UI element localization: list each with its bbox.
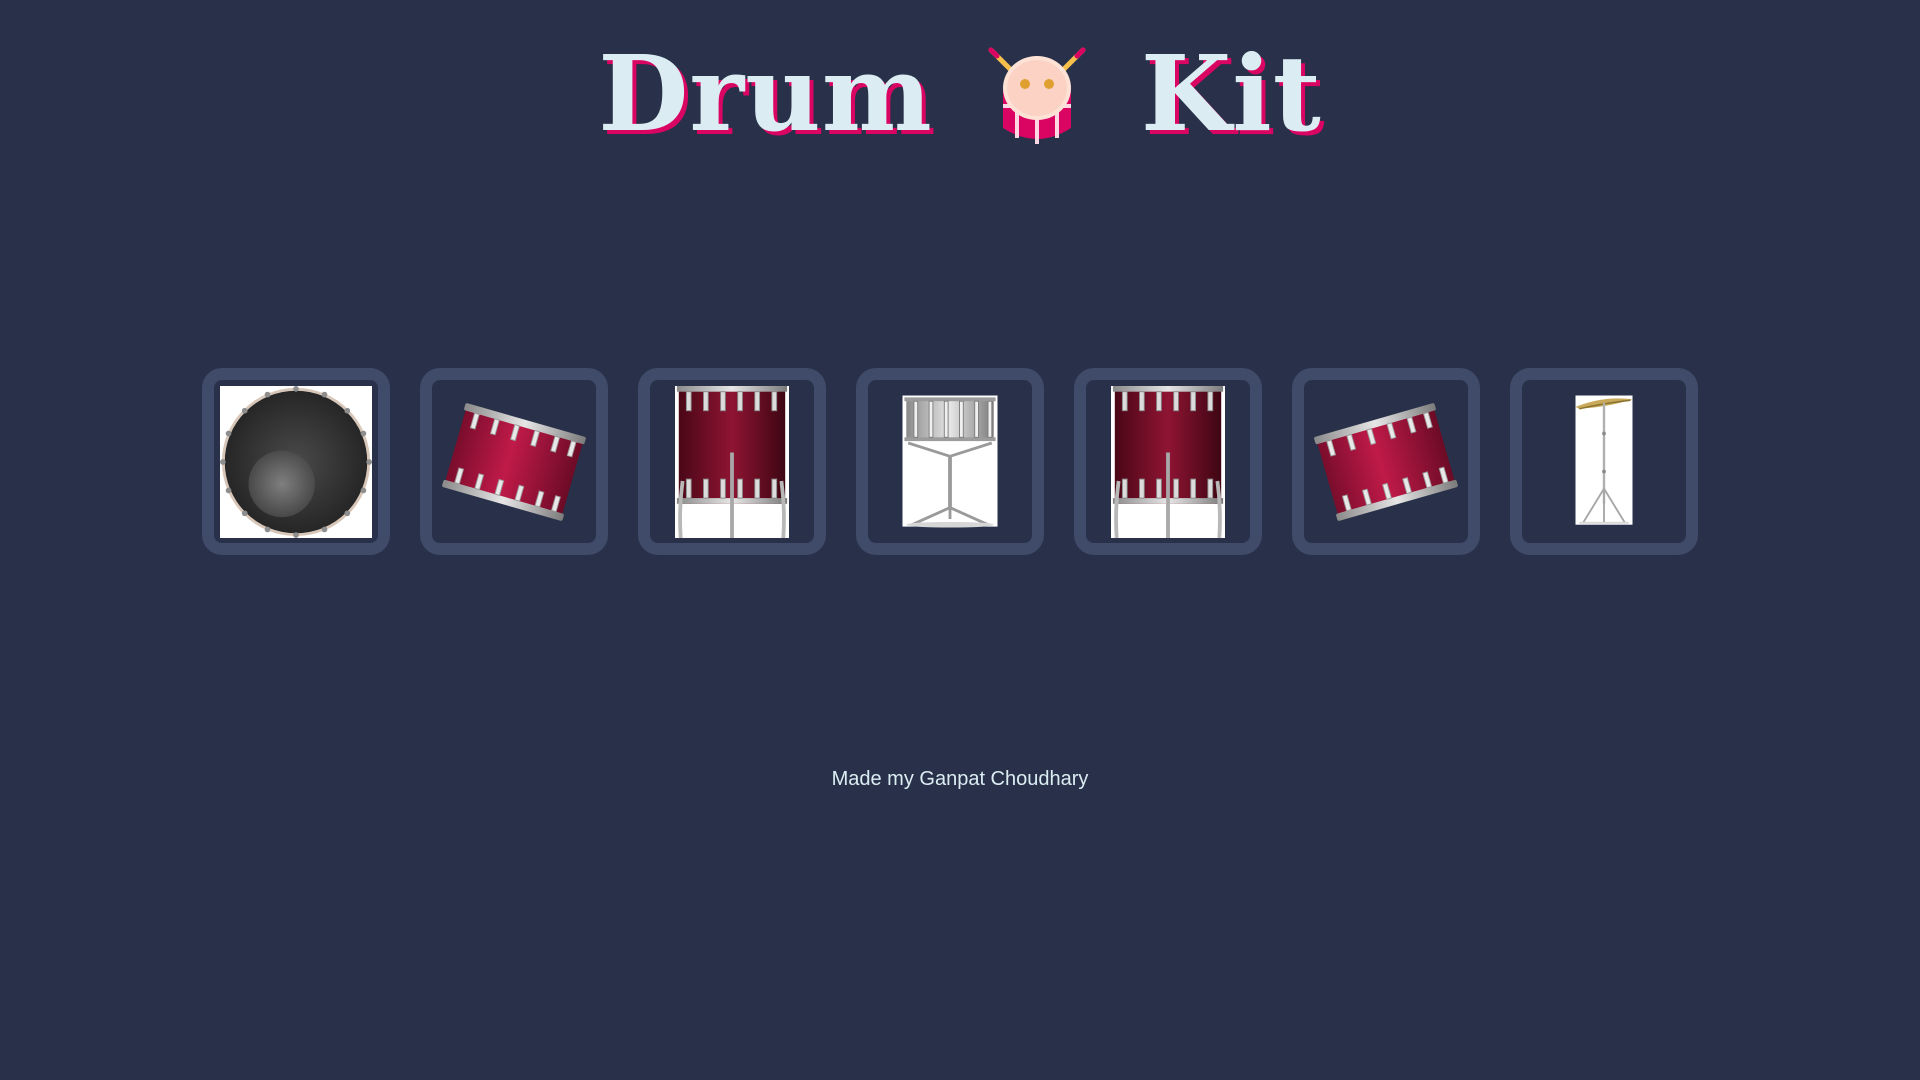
- drum-button-7[interactable]: [1510, 368, 1698, 555]
- cymbal-icon: [1575, 395, 1633, 525]
- bass-drum-icon: [220, 385, 372, 538]
- floor-tom-icon: [675, 385, 789, 538]
- footer-credit: Made my Ganpat Choudhary: [831, 768, 1089, 790]
- tom-drum-icon: [442, 402, 586, 521]
- snare-drum-icon: [902, 395, 998, 528]
- page-title: Drum Kit: [0, 38, 1920, 150]
- tom-drum-icon: [1314, 402, 1458, 521]
- title-word-drum: Drum: [598, 32, 933, 155]
- drum-emoji-icon: [988, 47, 1086, 144]
- drum-button-1[interactable]: [202, 368, 390, 555]
- drum-button-3[interactable]: [638, 368, 826, 555]
- drum-button-4[interactable]: [856, 368, 1044, 555]
- title-word-kit: Kit: [1140, 32, 1322, 155]
- drum-button-5[interactable]: [1074, 368, 1262, 555]
- drum-button-2[interactable]: [420, 368, 608, 555]
- drum-pad-row: [202, 368, 1698, 555]
- drum-button-6[interactable]: [1292, 368, 1480, 555]
- floor-tom-icon: [1111, 385, 1225, 538]
